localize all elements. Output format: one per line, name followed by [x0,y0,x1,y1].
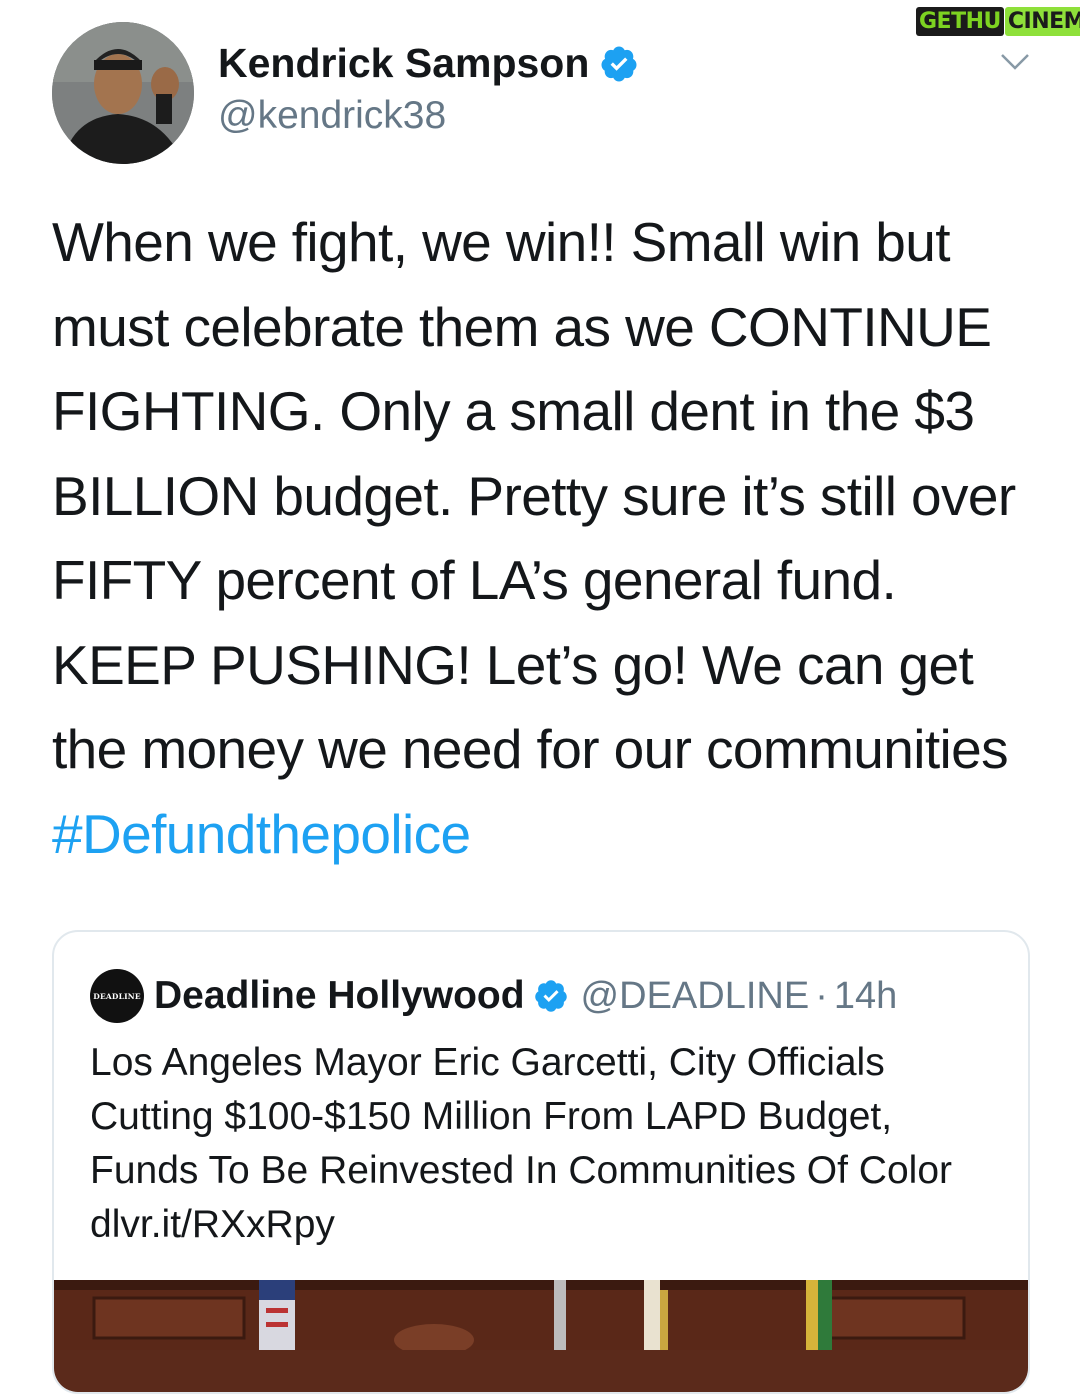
press-conference-image [54,1280,1028,1356]
quoted-author-avatar[interactable]: DEADLINE [90,969,144,1023]
tweet-header: Kendrick Sampson @kendrick38 [52,22,1040,164]
tweet-text: When we fight, we win!! Small win but mu… [52,200,1042,876]
quoted-tweet-header: DEADLINE Deadline Hollywood @DEADLINE · … [90,968,897,1024]
quoted-timestamp[interactable]: 14h [834,975,897,1018]
quoted-media-image[interactable] [54,1280,1028,1392]
author-name[interactable]: Kendrick Sampson [218,40,589,87]
avatar[interactable] [52,22,194,164]
quoted-tweet-card[interactable]: DEADLINE Deadline Hollywood @DEADLINE · … [52,930,1030,1394]
chevron-down-icon[interactable] [1000,52,1030,72]
verified-badge-icon [533,978,569,1014]
author-name-row[interactable]: Kendrick Sampson [218,40,639,87]
quoted-author-name[interactable]: Deadline Hollywood [154,974,525,1018]
author-handle[interactable]: @kendrick38 [218,94,446,138]
quoted-logo-text: DEADLINE [93,991,141,1001]
hashtag-link[interactable]: #Defundthepolice [52,803,471,865]
quoted-tweet-text: Los Angeles Mayor Eric Garcetti, City Of… [90,1041,952,1246]
quoted-author-handle[interactable]: @DEADLINE [581,975,810,1018]
avatar-photo [52,22,194,164]
tweet-body: When we fight, we win!! Small win but mu… [52,211,1016,780]
separator-dot: · [815,974,828,1017]
verified-badge-icon [599,44,639,84]
